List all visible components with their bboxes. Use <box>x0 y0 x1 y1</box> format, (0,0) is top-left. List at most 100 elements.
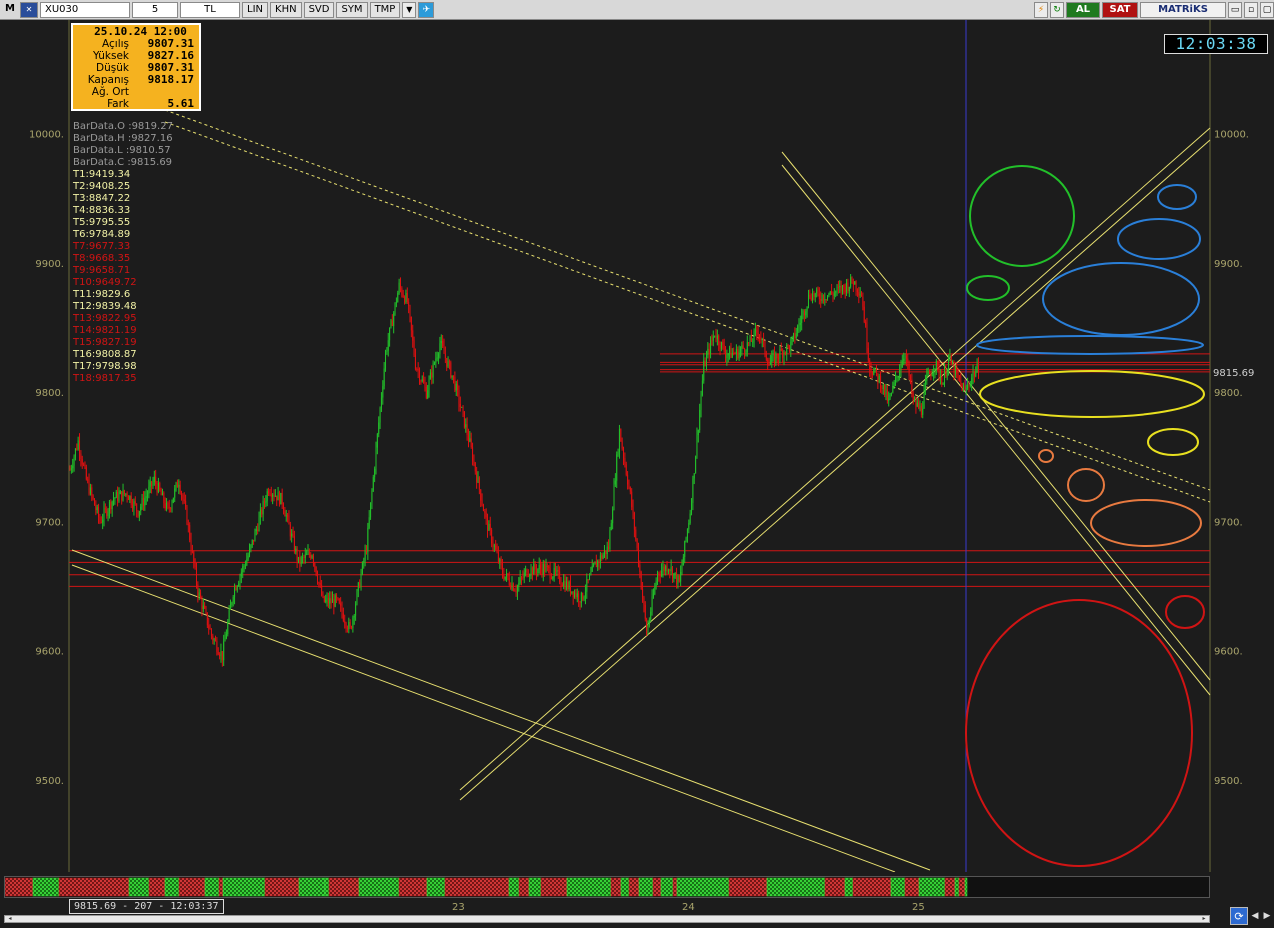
candle-body <box>424 383 426 387</box>
candle-body <box>223 641 225 661</box>
candle-body <box>402 294 404 297</box>
candle-body <box>100 522 102 524</box>
candle-body <box>375 447 377 469</box>
candle-body <box>137 510 139 517</box>
currency-field[interactable]: TL <box>180 1 240 18</box>
arrow-right-icon[interactable]: ▶ <box>1262 910 1272 922</box>
lightning-icon[interactable]: ⚡ <box>1034 1 1048 18</box>
activity-segment-41 <box>958 877 966 897</box>
candle-body <box>899 370 901 377</box>
candle-body <box>161 492 163 496</box>
minimize-icon[interactable]: ▭ <box>1228 1 1242 18</box>
candle-body <box>521 577 523 579</box>
refresh-icon[interactable]: ↻ <box>1050 1 1064 18</box>
candle-body <box>394 302 396 314</box>
activity-segment-14 <box>358 877 400 897</box>
candle-body <box>905 355 907 359</box>
scroll-left-icon[interactable]: ◂ <box>5 916 15 922</box>
tmp-button[interactable]: TMP <box>369 1 401 18</box>
candle-body <box>371 490 373 503</box>
candle-body <box>187 524 189 526</box>
candle-body <box>397 292 399 303</box>
candle-body <box>326 597 328 600</box>
candle-body <box>119 491 121 494</box>
candle-body <box>734 353 736 355</box>
svd-button[interactable]: SVD <box>303 1 335 18</box>
candle-body <box>628 484 630 488</box>
date-tick-24: 24 <box>682 902 695 913</box>
candle-body <box>541 568 543 575</box>
candle-body <box>251 539 253 545</box>
candle-body <box>278 492 280 505</box>
price-chart[interactable]: 9500. 9500. 9600. 9600. 9700. 9700. 9800. 9800.… <box>0 20 1274 872</box>
activity-segment-31 <box>728 877 768 897</box>
candle-body <box>149 481 151 487</box>
candle-body <box>918 402 920 409</box>
candle-body <box>841 285 843 292</box>
candle-body <box>548 566 550 568</box>
candle-body <box>671 567 673 579</box>
activity-segment-4 <box>148 877 166 897</box>
candle-body <box>87 479 89 481</box>
activity-segment-19 <box>518 877 530 897</box>
candle-body <box>404 296 406 303</box>
indicator-value-6: T3:8847.22 <box>73 193 131 204</box>
arrow-left-icon[interactable]: ◀ <box>1250 910 1260 922</box>
y-tick-right-9600: 9600. <box>1214 647 1243 658</box>
candle-body <box>178 484 180 488</box>
candle-body <box>624 458 626 465</box>
candle-body <box>406 293 408 302</box>
candle-body <box>803 310 805 316</box>
candle-body <box>737 349 739 359</box>
sell-button[interactable]: SAT <box>1102 1 1138 18</box>
candle-body <box>420 380 422 382</box>
candle-body <box>601 555 603 559</box>
candle-body <box>174 488 176 498</box>
twitter-icon[interactable]: ✈ <box>418 1 435 18</box>
period-field[interactable]: 5 <box>132 1 178 18</box>
candle-body <box>761 339 763 341</box>
candle-body <box>847 282 849 292</box>
candle-body <box>446 357 448 367</box>
candle-body <box>931 373 933 377</box>
candle-body <box>870 369 872 373</box>
menu-button[interactable]: M <box>2 1 18 18</box>
info-label: Ağ. Ort <box>91 86 129 98</box>
candle-body <box>240 572 242 577</box>
symbol-field[interactable]: XU030 <box>40 1 130 18</box>
sync-icon[interactable]: ⟳ <box>1230 907 1248 925</box>
sym-button[interactable]: SYM <box>336 1 368 18</box>
candle-body <box>259 509 261 518</box>
candle-body <box>941 376 943 385</box>
candle-body <box>583 596 585 600</box>
dropdown-arrow-icon[interactable]: ▼ <box>402 1 417 18</box>
candle-body <box>722 341 724 345</box>
buy-button[interactable]: AL <box>1066 1 1100 18</box>
candle-body <box>250 544 252 549</box>
candle-body <box>773 353 775 364</box>
close-icon[interactable]: ▢ <box>1260 1 1274 18</box>
clock-display: 12:03:38 <box>1164 34 1268 54</box>
candle-body <box>837 287 839 289</box>
candle-body <box>824 299 826 301</box>
candle-body <box>614 480 616 485</box>
candle-body <box>385 351 387 369</box>
candle-body <box>767 359 769 366</box>
candle-body <box>802 310 804 316</box>
khn-button[interactable]: KHN <box>270 1 302 18</box>
candle-body <box>828 294 830 296</box>
candle-body <box>884 384 886 395</box>
chart-canvas[interactable]: 9500. 9500. 9600. 9600. 9700. 9700. 9800. 9800.… <box>0 20 1274 872</box>
candle-body <box>98 507 100 518</box>
candle-body <box>768 365 770 367</box>
activity-segment-6 <box>178 877 206 897</box>
candle-body <box>170 508 172 510</box>
candle-body <box>637 547 639 565</box>
lin-button[interactable]: LIN <box>242 1 269 18</box>
candle-body <box>463 411 465 428</box>
candle-body <box>438 354 440 358</box>
y-tick-left-9500: 9500. <box>35 776 64 787</box>
horizontal-scrollbar[interactable]: ◂ ▸ <box>4 915 1210 923</box>
restore-icon[interactable]: ▫ <box>1244 1 1258 18</box>
scroll-right-icon[interactable]: ▸ <box>1199 916 1209 922</box>
